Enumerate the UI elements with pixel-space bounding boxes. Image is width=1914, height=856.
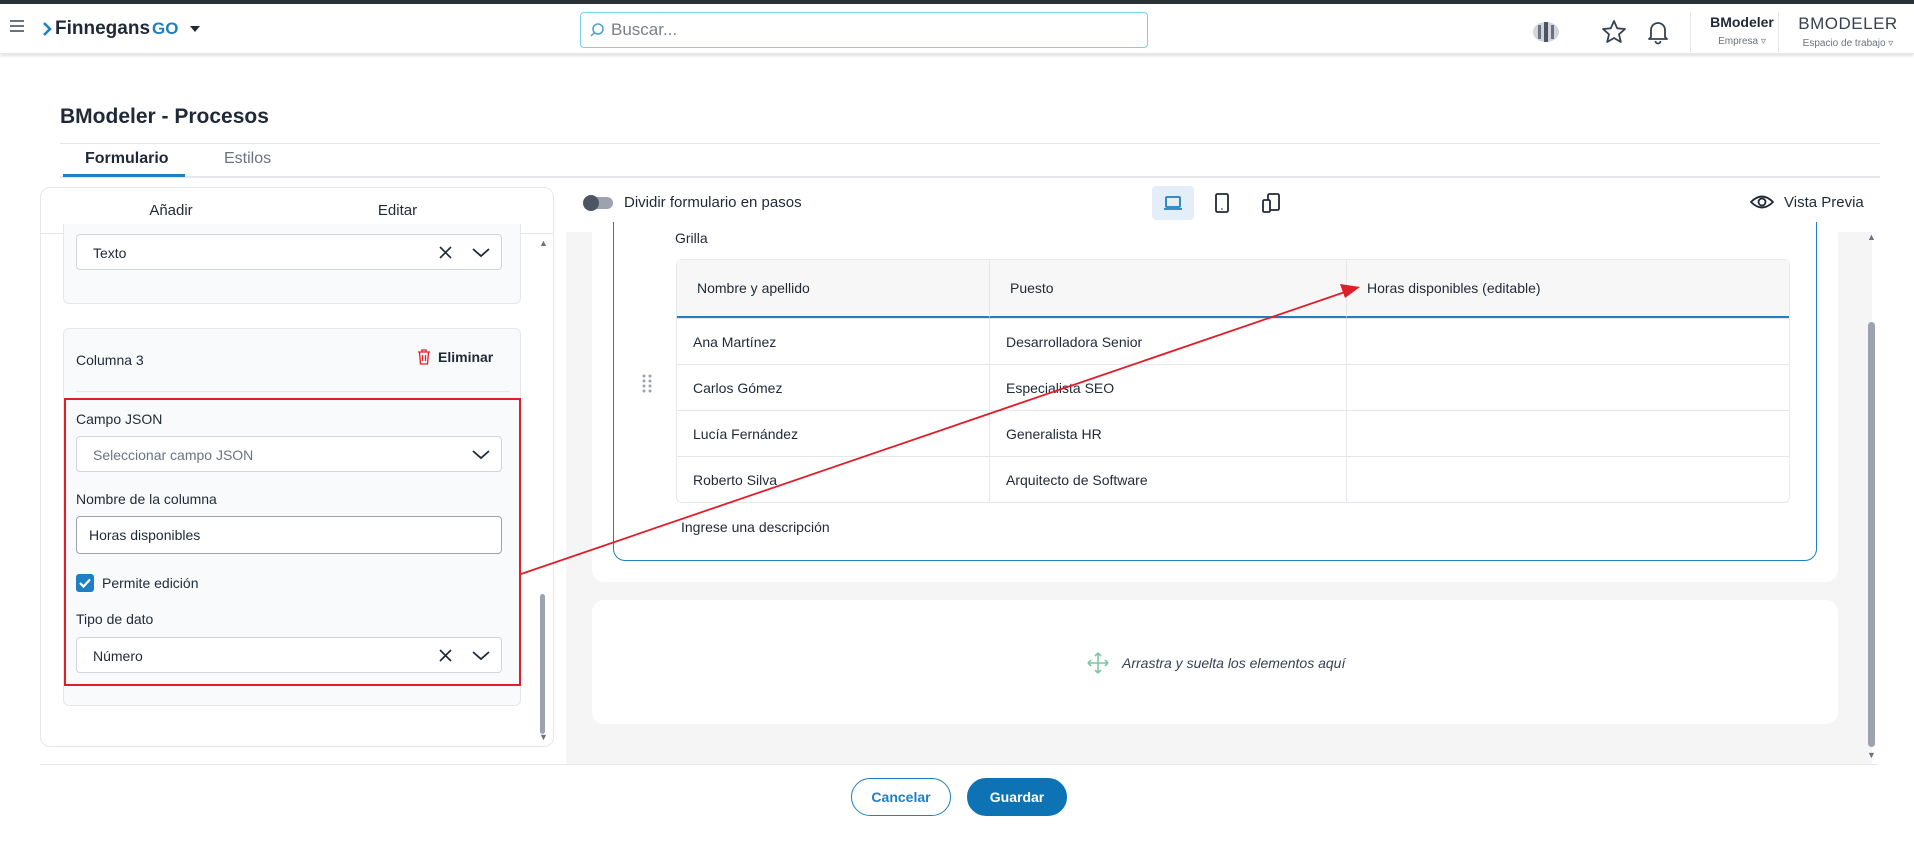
chevron-down-icon: ▿ bbox=[1888, 38, 1894, 49]
table-row: Ana Martínez Desarrolladora Senior bbox=[677, 318, 1789, 364]
divider bbox=[1778, 12, 1779, 52]
delete-column-button[interactable]: Eliminar bbox=[417, 349, 493, 365]
grid-column-header[interactable]: Nombre y apellido bbox=[677, 260, 989, 318]
scrollbar-thumb[interactable] bbox=[540, 594, 545, 734]
grid-cell-editable[interactable] bbox=[1346, 410, 1789, 456]
mobile-icon bbox=[1262, 193, 1280, 213]
grid-cell: Arquitecto de Software bbox=[989, 456, 1346, 502]
data-type-value: Texto bbox=[93, 245, 127, 261]
menu-icon[interactable] bbox=[10, 20, 24, 34]
logo-suffix: GO bbox=[152, 19, 179, 38]
device-laptop-button[interactable] bbox=[1152, 186, 1194, 220]
drag-handle-icon[interactable] bbox=[641, 373, 653, 395]
clear-icon[interactable] bbox=[438, 245, 453, 260]
tablet-icon bbox=[1215, 193, 1229, 213]
annotation-highlight-box bbox=[64, 398, 521, 686]
scrollbar-thumb[interactable] bbox=[1868, 322, 1875, 747]
grid-cell: Ana Martínez bbox=[677, 318, 989, 364]
tab-formulario[interactable]: Formulario bbox=[85, 150, 169, 168]
toggle-knob bbox=[583, 195, 599, 211]
grid-cell: Generalista HR bbox=[989, 410, 1346, 456]
laptop-icon bbox=[1164, 196, 1182, 210]
split-steps-toggle[interactable] bbox=[583, 195, 613, 211]
divider bbox=[76, 391, 510, 392]
grid-cell: Carlos Gómez bbox=[677, 364, 989, 410]
grid-cell: Roberto Silva bbox=[677, 456, 989, 502]
tab-anadir[interactable]: Añadir bbox=[41, 202, 301, 219]
cancel-button[interactable]: Cancelar bbox=[851, 778, 951, 816]
company-name: BModeler bbox=[1710, 14, 1774, 30]
panel-scrollbar[interactable]: ▲ ▼ bbox=[533, 238, 553, 743]
grid-description-field[interactable]: Ingrese una descripción bbox=[681, 519, 830, 535]
chevron-down-icon: ▿ bbox=[1760, 36, 1766, 47]
scroll-down-icon[interactable]: ▼ bbox=[1867, 750, 1876, 760]
table-row: Carlos Gómez Especialista SEO bbox=[677, 364, 1789, 410]
move-icon bbox=[1087, 652, 1109, 674]
grid-column-header[interactable]: Puesto bbox=[989, 260, 1346, 318]
app-bar: Finnegans GO BModeler Empresa ▿ BMODELER… bbox=[0, 4, 1914, 54]
divider bbox=[60, 143, 1880, 144]
preview-label: Vista Previa bbox=[1784, 193, 1864, 211]
logo-text: Finnegans bbox=[55, 18, 151, 39]
device-tablet-button[interactable] bbox=[1201, 186, 1243, 220]
grid-column-header[interactable]: Horas disponibles (editable) bbox=[1346, 260, 1789, 318]
active-tab-indicator bbox=[63, 174, 185, 177]
delete-label: Eliminar bbox=[438, 349, 494, 365]
grid-title: Grilla bbox=[675, 230, 708, 246]
star-icon[interactable] bbox=[1600, 18, 1628, 46]
page-title: BModeler - Procesos bbox=[60, 105, 269, 128]
search-box[interactable] bbox=[580, 12, 1148, 48]
grid-cell-editable[interactable] bbox=[1346, 318, 1789, 364]
scroll-down-icon[interactable]: ▼ bbox=[539, 732, 548, 742]
grid-cell-editable[interactable] bbox=[1346, 456, 1789, 502]
workspace-name: BMODELER bbox=[1798, 14, 1898, 33]
device-mobile-button[interactable] bbox=[1250, 186, 1292, 220]
save-button[interactable]: Guardar bbox=[967, 778, 1067, 816]
divider bbox=[40, 764, 1878, 765]
workspace-label: Espacio de trabajo bbox=[1802, 38, 1886, 49]
data-type-select[interactable]: Texto bbox=[76, 234, 502, 270]
grid-cell: Desarrolladora Senior bbox=[989, 318, 1346, 364]
bell-icon[interactable] bbox=[1644, 18, 1672, 46]
search-icon bbox=[590, 23, 604, 37]
dropzone-hint: Arrastra y suelta los elementos aquí bbox=[1086, 651, 1345, 675]
search-input[interactable] bbox=[611, 20, 1111, 40]
column-title: Columna 3 bbox=[76, 352, 144, 368]
grid-cell: Lucía Fernández bbox=[677, 410, 989, 456]
column-card-previous: Texto bbox=[63, 224, 521, 304]
data-grid: Nombre y apellido Puesto Horas disponibl… bbox=[676, 259, 1790, 503]
tab-editar[interactable]: Editar bbox=[284, 202, 511, 219]
preview-button[interactable]: Vista Previa bbox=[1750, 192, 1864, 212]
company-label: Empresa bbox=[1718, 36, 1759, 47]
company-selector[interactable]: BModeler Empresa ▿ bbox=[1692, 14, 1792, 47]
grid-cell: Especialista SEO bbox=[989, 364, 1346, 410]
scroll-up-icon[interactable]: ▲ bbox=[539, 238, 548, 248]
workspace-selector[interactable]: BMODELER Espacio de trabajo ▿ bbox=[1788, 14, 1908, 49]
canvas-scrollbar[interactable]: ▲ ▼ bbox=[1866, 232, 1878, 764]
logo-chevron-icon bbox=[43, 22, 52, 36]
eye-icon bbox=[1750, 195, 1774, 209]
ai-assistant-icon[interactable] bbox=[1532, 18, 1560, 46]
caret-down-icon[interactable] bbox=[190, 26, 201, 32]
divider bbox=[1690, 12, 1691, 52]
trash-icon bbox=[418, 349, 430, 365]
app-logo[interactable]: Finnegans GO bbox=[42, 18, 201, 40]
split-steps-label: Dividir formulario en pasos bbox=[624, 194, 802, 211]
table-row: Lucía Fernández Generalista HR bbox=[677, 410, 1789, 456]
grid-cell-editable[interactable] bbox=[1346, 364, 1789, 410]
dropzone-text: Arrastra y suelta los elementos aquí bbox=[1122, 655, 1346, 671]
table-row: Roberto Silva Arquitecto de Software bbox=[677, 456, 1789, 502]
tab-estilos[interactable]: Estilos bbox=[224, 150, 271, 168]
scroll-up-icon[interactable]: ▲ bbox=[1867, 232, 1876, 242]
chevron-down-icon[interactable] bbox=[471, 245, 491, 260]
tabs-baseline bbox=[60, 176, 1880, 178]
grid-header-row: Nombre y apellido Puesto Horas disponibl… bbox=[677, 260, 1789, 318]
